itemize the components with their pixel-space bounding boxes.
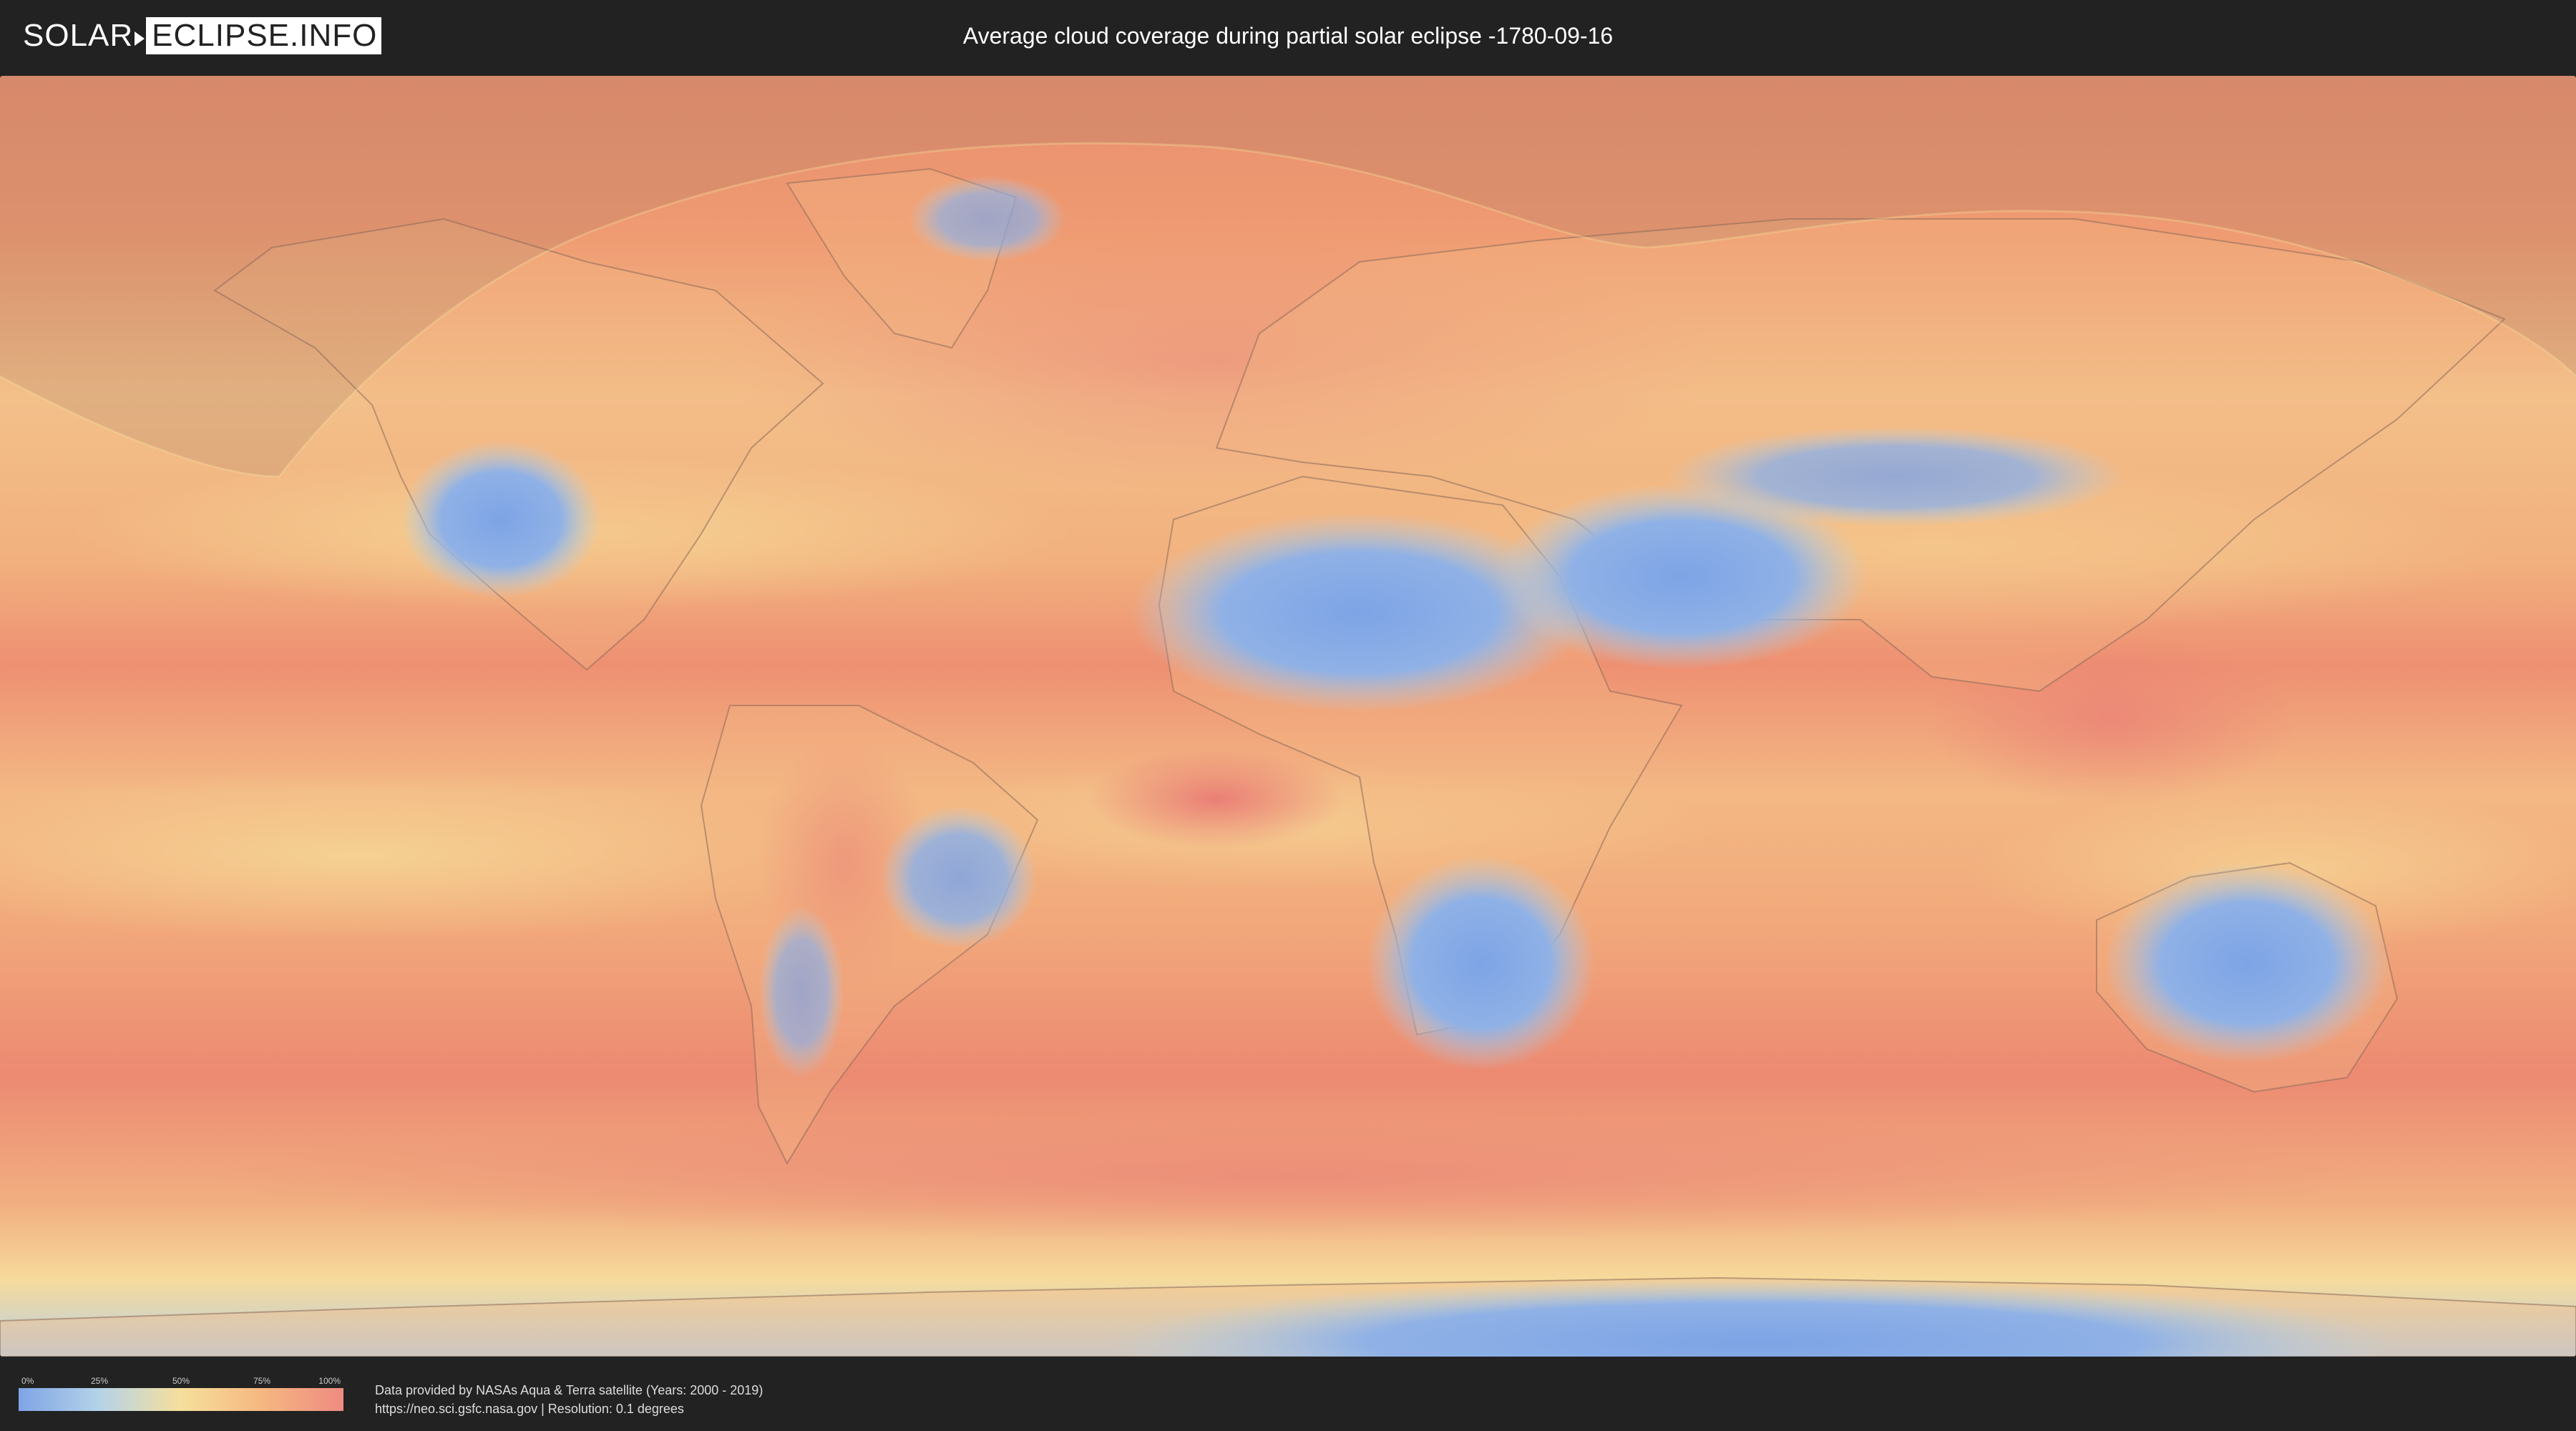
legend-ticks: 0% 25% 50% 75% 100% (19, 1375, 343, 1387)
legend-tick-25: 25% (90, 1376, 109, 1386)
legend-tick-50: 50% (172, 1376, 190, 1386)
cloud-zone (215, 1113, 2361, 1242)
clear-region-southern-africa (1367, 856, 1596, 1070)
cloud-coverage-map[interactable] (0, 76, 2576, 1357)
legend-tick-0: 0% (21, 1376, 34, 1386)
data-credits: Data provided by NASAs Aqua & Terra sate… (375, 1381, 763, 1418)
footer-bar: 0% 25% 50% 75% 100% Data provided by NAS… (0, 1359, 2576, 1431)
clear-region-brazil (880, 806, 1038, 949)
legend-tick-75: 75% (253, 1376, 271, 1386)
clear-region-australia (2104, 863, 2390, 1063)
clear-region-sw-usa (401, 441, 601, 598)
legend-color-bar (19, 1388, 343, 1411)
clear-region-andes (758, 906, 844, 1078)
cloud-zone (1088, 748, 1345, 849)
page-title: Average cloud coverage during partial so… (962, 23, 1614, 49)
clear-region-greenland (909, 176, 1066, 262)
credit-line-source: Data provided by NASAs Aqua & Terra sate… (375, 1383, 763, 1397)
clear-region-central-asia (1667, 426, 2125, 527)
legend-tick-100: 100% (318, 1376, 341, 1386)
credit-line-url[interactable]: https://neo.sci.gsfc.nasa.gov | Resoluti… (375, 1400, 763, 1418)
header-bar: SOLAR ECLIPSE.INFO Average cloud coverag… (0, 0, 2576, 72)
cloud-coverage-legend: 0% 25% 50% 75% 100% (19, 1375, 343, 1411)
world-map-svg (0, 76, 2576, 1357)
